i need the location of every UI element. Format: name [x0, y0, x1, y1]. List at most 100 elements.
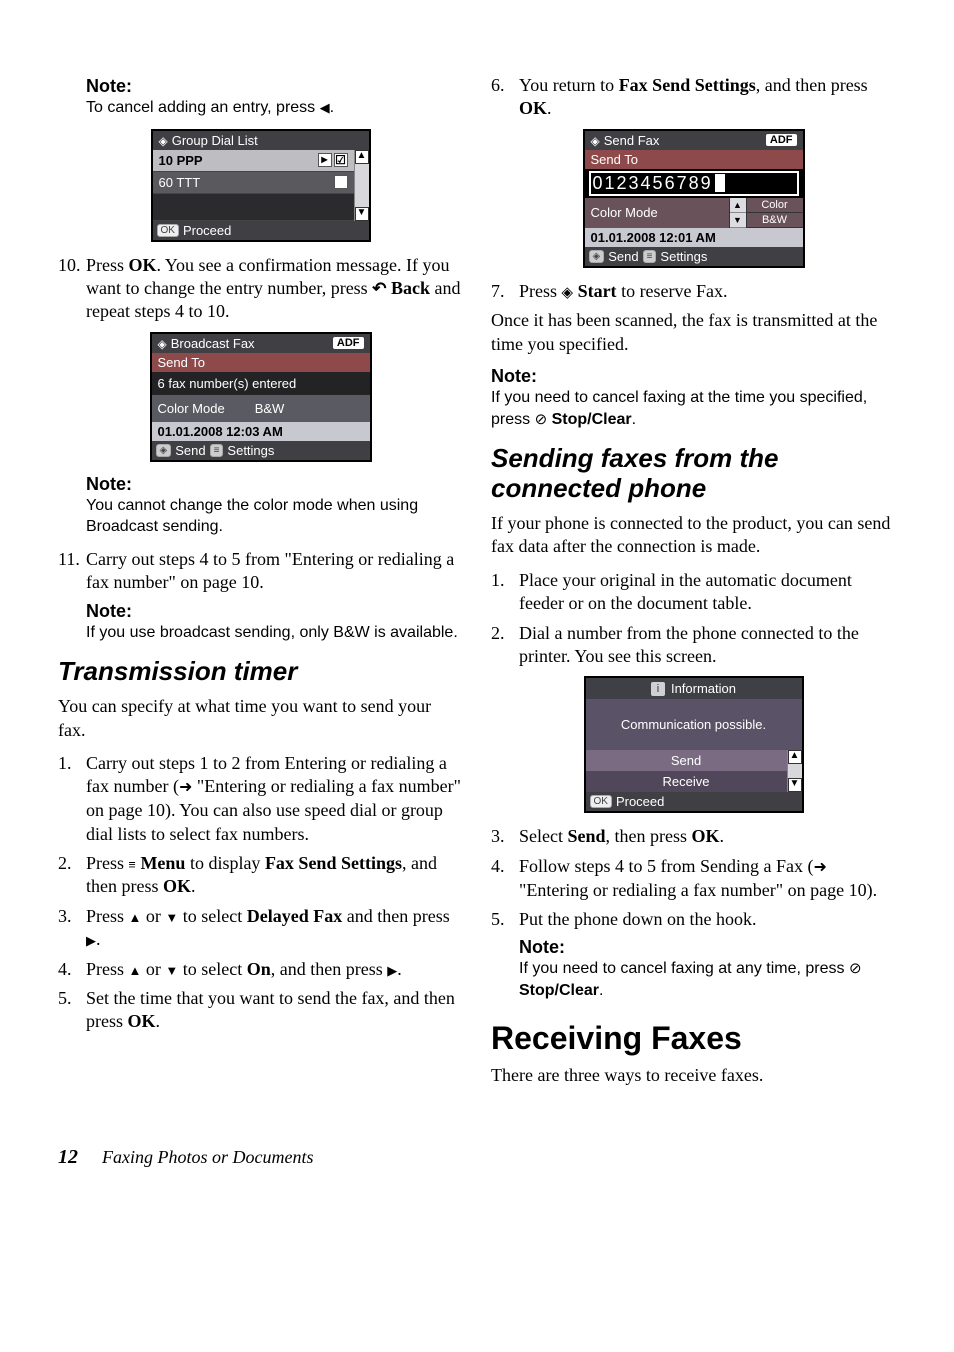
- ok-badge-icon: OK: [157, 224, 179, 237]
- ok-label: OK: [129, 255, 157, 275]
- list-row: 10 PPP: [153, 150, 354, 172]
- stop-clear-icon: [535, 411, 548, 428]
- t: to select: [178, 906, 246, 926]
- start-icon: [562, 281, 574, 301]
- adf-badge: ADF: [766, 134, 797, 146]
- option-receive: Receive: [586, 771, 787, 792]
- diamond-badge-icon: ◈: [156, 444, 172, 457]
- stop-clear-label: Stop/Clear: [519, 982, 599, 999]
- list-row-empty: [153, 194, 354, 221]
- arrow-right-icon: [814, 856, 827, 876]
- t: .: [547, 98, 552, 118]
- scroll-up-icon: ▲: [355, 150, 369, 164]
- right-arrow-icon: [387, 959, 397, 979]
- menu-badge-icon: ≡: [210, 444, 224, 457]
- t: Place your original in the automatic doc…: [519, 569, 896, 616]
- diamond-icon: [158, 336, 167, 351]
- checkbox-unchecked-icon: [334, 175, 348, 189]
- t: "Entering or redialing a fax number" on …: [519, 880, 877, 900]
- scroll-down-icon: ▼: [788, 778, 802, 792]
- t: Press: [86, 853, 129, 873]
- color-mode-label: Color Mode: [585, 198, 729, 228]
- screen-footer: OK Proceed: [586, 792, 802, 811]
- recv-intro: There are three ways to receive faxes.: [491, 1064, 896, 1087]
- datetime: 01.01.2008 12:01 AM: [585, 228, 803, 247]
- step-11: 11. Carry out steps 4 to 5 from "Enterin…: [58, 548, 463, 595]
- color-mode-row: Color Mode B&W: [152, 395, 370, 422]
- title-text: Information: [671, 681, 736, 696]
- send-to-label: Send To: [585, 150, 803, 169]
- ok-label: OK: [692, 826, 720, 846]
- t: To cancel adding an entry, press: [86, 99, 320, 116]
- note-text: If you need to cancel faxing at any time…: [519, 958, 896, 1001]
- screenshot-send-fax: Send Fax ADF Send To 0123456789 Color Mo…: [583, 129, 805, 268]
- t: to display: [185, 853, 265, 873]
- cursor-icon: [715, 174, 725, 192]
- phone-step-2: 2. Dial a number from the phone connecte…: [491, 622, 896, 669]
- scanned-text: Once it has been scanned, the fax is tra…: [491, 309, 896, 356]
- info-icon: i: [651, 682, 665, 696]
- color-mode-label: Color Mode: [158, 401, 225, 416]
- step-number: 4.: [58, 958, 86, 981]
- page-title: Faxing Photos or Documents: [102, 1147, 313, 1168]
- t: .: [632, 411, 636, 428]
- row-text: 60 TTT: [159, 175, 201, 190]
- footer-settings: Settings: [227, 443, 274, 458]
- option-bw: B&W: [747, 213, 803, 228]
- title-text: Broadcast Fax: [171, 336, 255, 351]
- step-number: 10.: [58, 254, 86, 324]
- timer-step-5: 5. Set the time that you want to send th…: [58, 987, 463, 1034]
- left-arrow-icon: [320, 99, 330, 116]
- right-arrow-icon: [86, 929, 96, 949]
- menu-label: Menu: [140, 853, 185, 873]
- footer-text: Proceed: [183, 223, 231, 238]
- note-label: Note:: [86, 76, 463, 97]
- step-number: 11.: [58, 548, 86, 595]
- t: , and then press: [756, 75, 868, 95]
- scrollbar: ▲ ▼: [354, 150, 369, 221]
- step-number: 1.: [491, 569, 519, 616]
- scroll-up-icon: ▲: [788, 750, 802, 764]
- timer-intro: You can specify at what time you want to…: [58, 695, 463, 742]
- t: .: [191, 876, 196, 896]
- t: Select: [519, 826, 567, 846]
- footer-settings: Settings: [660, 249, 707, 264]
- t: If you need to cancel faxing at any time…: [519, 960, 849, 977]
- menu-badge-icon: ≡: [643, 250, 657, 263]
- step-number: 2.: [58, 852, 86, 899]
- back-icon: [372, 278, 386, 298]
- title-text: Group Dial List: [172, 133, 258, 148]
- menu-icon: [129, 853, 136, 873]
- arrow-right-icon: [179, 776, 192, 796]
- fax-send-settings-label: Fax Send Settings: [265, 853, 402, 873]
- t: .: [330, 99, 334, 116]
- phone-intro: If your phone is connected to the produc…: [491, 512, 896, 559]
- up-arrow-icon: ▲: [730, 198, 746, 213]
- note-text: If you need to cancel faxing at the time…: [491, 387, 896, 430]
- diamond-icon: [159, 133, 168, 148]
- note-label: Note:: [519, 937, 896, 958]
- phone-step-5: 5. Put the phone down on the hook.: [491, 908, 896, 931]
- t: Dial a number from the phone connected t…: [519, 622, 896, 669]
- screen-title: Broadcast Fax ADF: [152, 334, 370, 353]
- page-number: 12: [58, 1146, 78, 1169]
- t: or: [141, 906, 165, 926]
- heading-connected-phone: Sending faxes from the connected phone: [491, 444, 896, 504]
- timer-step-2: 2. Press Menu to display Fax Send Settin…: [58, 852, 463, 899]
- step-number: 2.: [491, 622, 519, 669]
- fax-number: 0123456789: [593, 173, 713, 194]
- heading-receiving-faxes: Receiving Faxes: [491, 1020, 896, 1057]
- scroll-down-icon: ▼: [355, 207, 369, 221]
- footer-send: Send: [175, 443, 205, 458]
- screen-title: Send Fax ADF: [585, 131, 803, 150]
- note-label: Note:: [491, 366, 896, 387]
- footer-text: Proceed: [616, 794, 664, 809]
- list-row: 60 TTT: [153, 172, 354, 194]
- up-arrow-icon: [129, 959, 142, 979]
- send-to-label: Send To: [152, 353, 370, 372]
- step-number: 6.: [491, 74, 519, 121]
- stop-clear-icon: [849, 960, 862, 977]
- timer-step-1: 1. Carry out steps 1 to 2 from Entering …: [58, 752, 463, 846]
- footer-send: Send: [608, 249, 638, 264]
- t: Follow steps 4 to 5 from Sending a Fax (: [519, 856, 814, 876]
